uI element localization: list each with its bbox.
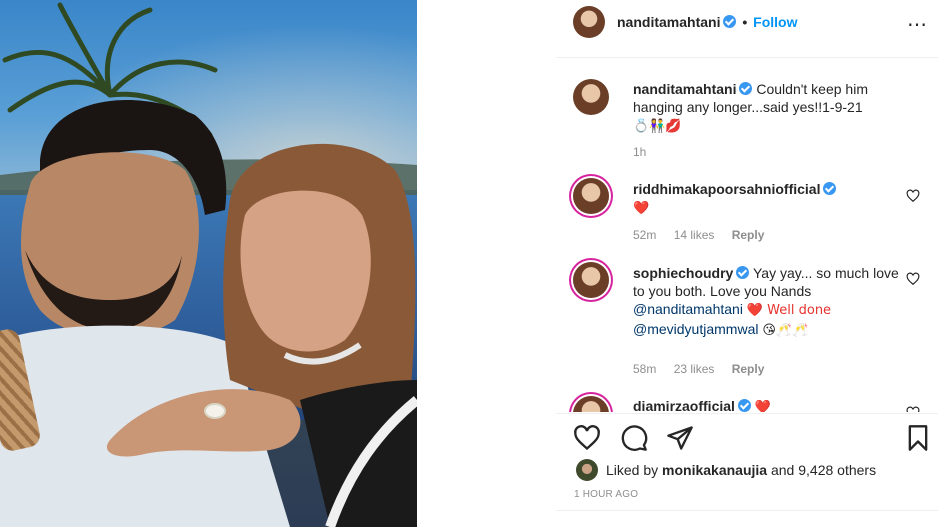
verified-badge-icon <box>736 266 750 279</box>
comment-2-meta: 58m 23 likes Reply <box>633 362 778 376</box>
share-paper-plane-icon[interactable] <box>665 424 695 452</box>
actions-divider <box>556 413 938 414</box>
verified-badge-icon <box>723 15 737 28</box>
follow-button[interactable]: Follow <box>753 14 797 30</box>
comment-time: 52m <box>633 228 657 242</box>
verified-badge-icon <box>823 182 837 195</box>
footer-divider <box>556 510 938 511</box>
comment-text: ❤️ <box>754 400 771 412</box>
post-timestamp: 1 HOUR AGO <box>574 489 639 500</box>
comment-avatar[interactable] <box>573 178 609 214</box>
caption-emojis: 💍👫💋 <box>633 119 682 134</box>
header-divider <box>556 57 938 58</box>
caption-avatar[interactable] <box>573 79 609 115</box>
verified-badge-icon <box>737 399 751 412</box>
reply-button[interactable]: Reply <box>732 228 765 242</box>
caption-meta: 1h <box>633 145 660 159</box>
caption-text: nanditamahtani Couldn't keep him hanging… <box>633 80 913 136</box>
author-username[interactable]: nanditamahtani <box>617 14 720 30</box>
liked-by-row: Liked by monikakanaujia and 9,428 others <box>576 459 876 481</box>
liked-by-prefix: Liked by <box>606 462 659 478</box>
liked-by-user[interactable]: monikakanaujia <box>662 462 767 478</box>
comment-avatar[interactable] <box>573 396 609 412</box>
caption-time: 1h <box>633 145 647 159</box>
reply-button[interactable]: Reply <box>732 362 765 376</box>
comment-3: diamirzaofficial ❤️ <box>633 397 913 412</box>
comment-1-meta: 52m 14 likes Reply <box>633 228 778 242</box>
comment-text: ❤️ Well done <box>746 303 832 318</box>
like-comment-heart-icon[interactable] <box>906 272 920 286</box>
comment-text: ❤️ <box>633 201 650 216</box>
post-photo[interactable] <box>0 0 417 527</box>
mention-link[interactable]: @mevidyutjammwal <box>633 321 758 337</box>
comment-time: 58m <box>633 362 657 376</box>
post-panel: nanditamahtani • Follow ⋯ nanditamahtani… <box>556 0 938 527</box>
comment-likes[interactable]: 14 likes <box>674 228 715 242</box>
like-comment-heart-icon[interactable] <box>906 189 920 203</box>
liked-by-others[interactable]: and 9,428 others <box>771 462 876 478</box>
like-heart-icon[interactable] <box>572 424 602 452</box>
save-bookmark-icon[interactable] <box>904 424 932 452</box>
liker-avatar[interactable] <box>576 459 598 481</box>
more-options-icon[interactable]: ⋯ <box>907 12 928 37</box>
caption-username[interactable]: nanditamahtani <box>633 81 736 97</box>
comment-1: riddhimakapoorsahniofficial ❤️ <box>633 180 913 218</box>
photo-scene <box>0 2 417 527</box>
comment-username[interactable]: diamirzaofficial <box>633 398 735 412</box>
comment-avatar[interactable] <box>573 262 609 298</box>
comment-username[interactable]: riddhimakapoorsahniofficial <box>633 181 820 197</box>
author-header: nanditamahtani • Follow <box>617 14 797 30</box>
action-bar <box>572 424 932 454</box>
comment-likes[interactable]: 23 likes <box>674 362 715 376</box>
verified-badge-icon <box>739 82 753 95</box>
author-avatar[interactable] <box>573 6 605 38</box>
comment-bubble-icon[interactable] <box>619 424 649 452</box>
comment-2: sophiechoudry Yay yay... so much love to… <box>633 264 913 340</box>
mention-link[interactable]: @nanditamahtani <box>633 301 743 317</box>
follow-separator: • <box>742 14 748 30</box>
comment-3-clip: diamirzaofficial ❤️ <box>556 390 938 412</box>
comment-emojis: 😘🥂🥂 <box>762 323 809 338</box>
like-comment-heart-icon[interactable] <box>906 406 920 412</box>
comment-username[interactable]: sophiechoudry <box>633 265 733 281</box>
